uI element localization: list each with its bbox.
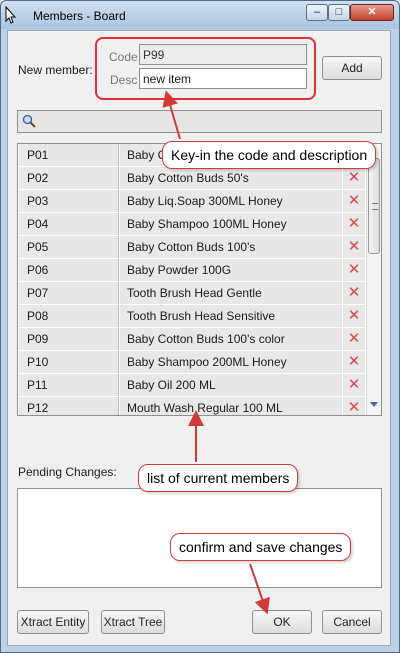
xtract-entity-button[interactable]: Xtract Entity	[17, 610, 89, 634]
code-field[interactable]: P99	[139, 44, 307, 65]
maximize-button[interactable]: □	[328, 4, 350, 21]
table-row[interactable]: P11 Baby Oil 200 ML ✕	[18, 374, 366, 397]
minimize-button[interactable]: –	[306, 4, 328, 21]
member-code-cell[interactable]: P09	[19, 328, 119, 350]
delete-icon[interactable]: ✕	[343, 259, 365, 281]
window-title: Members - Board	[33, 9, 126, 23]
cursor-icon	[5, 6, 17, 24]
delete-icon[interactable]: ✕	[343, 374, 365, 396]
grid-scrollbar[interactable]	[366, 144, 381, 415]
desc-label: Desc	[110, 73, 138, 87]
title-bar[interactable]: Members - Board – □ ✕	[1, 1, 399, 29]
table-row[interactable]: P10 Baby Shampoo 200ML Honey ✕	[18, 351, 366, 374]
table-row[interactable]: P09 Baby Cotton Buds 100's color ✕	[18, 328, 366, 351]
callout-confirm: confirm and save changes	[170, 533, 352, 561]
member-desc-cell[interactable]: Baby Shampoo 100ML Honey	[120, 213, 342, 235]
delete-icon[interactable]: ✕	[343, 190, 365, 212]
code-label: Code	[109, 50, 138, 64]
member-desc-cell[interactable]: Baby Powder 100G	[120, 259, 342, 281]
member-code-cell[interactable]: P11	[19, 374, 119, 396]
member-desc-cell[interactable]: Baby Cotton Buds 100's	[120, 236, 342, 258]
delete-icon[interactable]: ✕	[343, 305, 365, 327]
member-code-cell[interactable]: P04	[19, 213, 119, 235]
members-grid: P01Baby Cotton Buds✕P02Baby Cotton Buds …	[17, 143, 382, 416]
member-desc-cell[interactable]: Tooth Brush Head Sensitive	[120, 305, 342, 327]
delete-icon[interactable]: ✕	[343, 282, 365, 304]
member-desc-cell[interactable]: Baby Oil 200 ML	[120, 374, 342, 396]
member-desc-cell[interactable]: Mouth Wash Regular 100 ML	[120, 397, 342, 415]
table-row[interactable]: P08 Tooth Brush Head Sensitive ✕	[18, 305, 366, 328]
callout-keyin: Key-in the code and description	[162, 141, 377, 169]
delete-icon[interactable]: ✕	[343, 328, 365, 350]
delete-icon[interactable]: ✕	[343, 397, 365, 415]
search-filter-input[interactable]	[17, 110, 382, 133]
member-code-cell[interactable]: P08	[19, 305, 119, 327]
member-desc-cell[interactable]: Baby Liq.Soap 300ML Honey	[120, 190, 342, 212]
pending-changes-label: Pending Changes:	[18, 465, 117, 479]
cancel-button[interactable]: Cancel	[322, 610, 382, 634]
table-row[interactable]: P12 Mouth Wash Regular 100 ML ✕	[18, 397, 366, 415]
member-code-cell[interactable]: P10	[19, 351, 119, 373]
member-code-cell[interactable]: P03	[19, 190, 119, 212]
close-button[interactable]: ✕	[350, 4, 394, 21]
table-row[interactable]: P05 Baby Cotton Buds 100's ✕	[18, 236, 366, 259]
member-desc-cell[interactable]: Baby Cotton Buds 100's color	[120, 328, 342, 350]
callout-list: list of current members	[138, 464, 299, 492]
desc-field[interactable]: new item	[139, 68, 307, 89]
table-row[interactable]: P07 Tooth Brush Head Gentle ✕	[18, 282, 366, 305]
member-code-cell[interactable]: P02	[19, 167, 119, 189]
scrollbar-thumb[interactable]	[368, 158, 380, 254]
member-desc-cell[interactable]: Baby Shampoo 200ML Honey	[120, 351, 342, 373]
member-code-cell[interactable]: P06	[19, 259, 119, 281]
scroll-down-icon[interactable]	[370, 402, 378, 407]
delete-icon[interactable]: ✕	[343, 236, 365, 258]
delete-icon[interactable]: ✕	[343, 351, 365, 373]
xtract-tree-button[interactable]: Xtract Tree	[101, 610, 165, 634]
table-row[interactable]: P06 Baby Powder 100G ✕	[18, 259, 366, 282]
delete-icon[interactable]: ✕	[343, 167, 365, 189]
add-button[interactable]: Add	[322, 56, 382, 80]
member-code-cell[interactable]: P12	[19, 397, 119, 415]
table-row[interactable]: P02 Baby Cotton Buds 50's ✕	[18, 167, 366, 190]
delete-icon[interactable]: ✕	[343, 213, 365, 235]
member-desc-cell[interactable]: Baby Cotton Buds 50's	[120, 167, 342, 189]
member-desc-cell[interactable]: Tooth Brush Head Gentle	[120, 282, 342, 304]
new-member-label: New member:	[18, 63, 93, 77]
member-code-cell[interactable]: P01	[19, 144, 119, 166]
ok-button[interactable]: OK	[252, 610, 312, 634]
table-row[interactable]: P04 Baby Shampoo 100ML Honey ✕	[18, 213, 366, 236]
member-code-cell[interactable]: P05	[19, 236, 119, 258]
table-row[interactable]: P03 Baby Liq.Soap 300ML Honey ✕	[18, 190, 366, 213]
member-code-cell[interactable]: P07	[19, 282, 119, 304]
search-icon	[22, 114, 36, 128]
